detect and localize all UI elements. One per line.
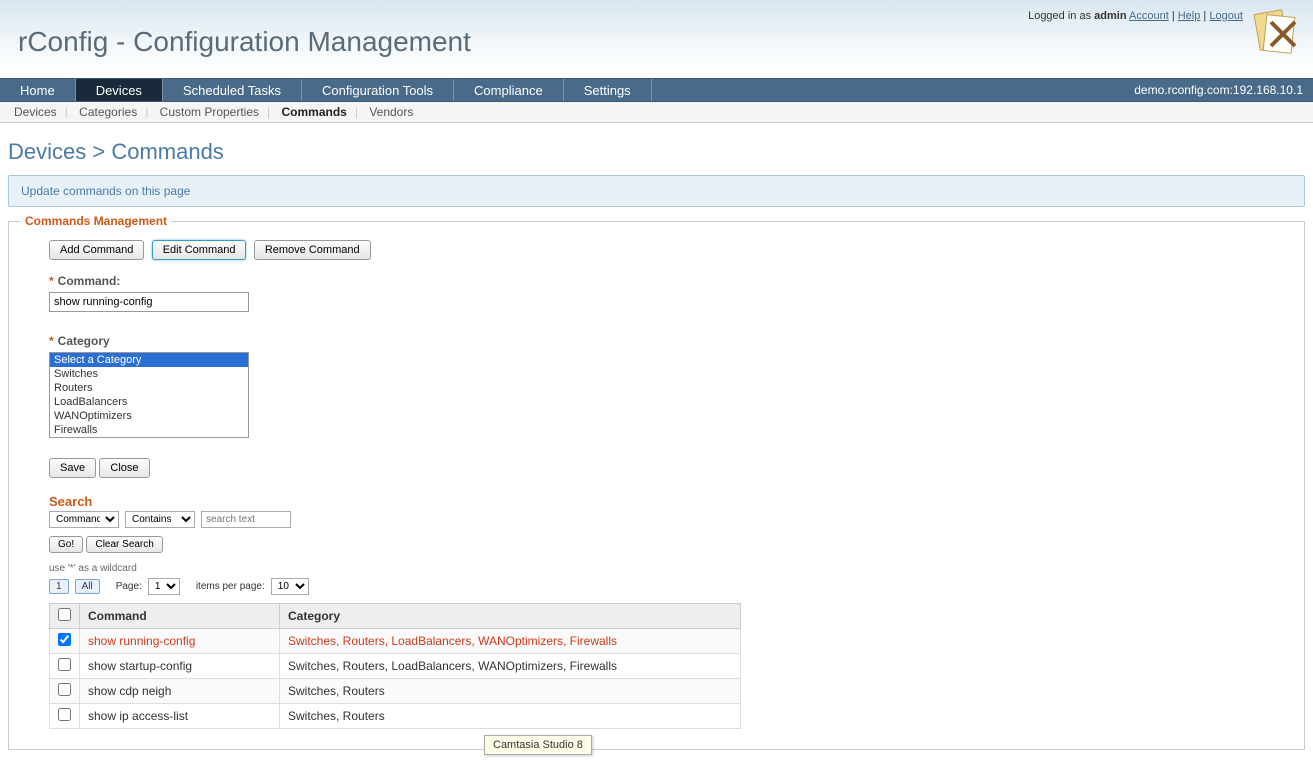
items-per-page-label: items per page: [196, 581, 265, 592]
page-all-button[interactable]: All [75, 579, 100, 594]
category-option[interactable]: Routers [50, 381, 248, 395]
command-label: *Command: [49, 274, 1284, 288]
subnav-vendors[interactable]: Vendors [363, 103, 419, 121]
account-link[interactable]: Account [1129, 10, 1169, 22]
row-checkbox[interactable] [58, 633, 71, 646]
subnav-categories[interactable]: Categories [73, 103, 143, 121]
clear-search-button[interactable]: Clear Search [86, 536, 162, 553]
command-input[interactable] [49, 292, 249, 312]
cell-category: Switches, Routers, LoadBalancers, WANOpt… [280, 629, 741, 654]
nav-config-tools[interactable]: Configuration Tools [302, 79, 454, 101]
nav-settings[interactable]: Settings [564, 79, 652, 101]
table-row[interactable]: show running-configSwitches, Routers, Lo… [50, 629, 741, 654]
nav-compliance[interactable]: Compliance [454, 79, 564, 101]
table-row[interactable]: show ip access-listSwitches, Routers [50, 704, 741, 729]
edit-command-button[interactable]: Edit Command [152, 240, 247, 260]
row-checkbox[interactable] [58, 658, 71, 671]
category-option[interactable]: Select a Category [50, 353, 248, 367]
app-logo-icon [1251, 8, 1303, 60]
search-go-button[interactable]: Go! [49, 536, 83, 553]
page-1-button[interactable]: 1 [49, 579, 69, 594]
logout-link[interactable]: Logout [1209, 10, 1243, 22]
category-listbox[interactable]: Select a Category Switches Routers LoadB… [49, 352, 249, 438]
category-option[interactable]: Firewalls [50, 423, 248, 437]
subnav-commands[interactable]: Commands [276, 103, 353, 121]
main-nav: Home Devices Scheduled Tasks Configurati… [0, 78, 1313, 102]
category-label: *Category [49, 334, 1284, 348]
select-all-checkbox[interactable] [58, 608, 71, 621]
commands-table: Command Category show running-configSwit… [49, 603, 741, 729]
search-field-select[interactable]: Command [49, 511, 119, 528]
help-link[interactable]: Help [1178, 10, 1201, 22]
category-option[interactable]: WANOptimizers [50, 409, 248, 423]
search-op-select[interactable]: Contains [125, 511, 195, 528]
col-checkbox [50, 604, 80, 629]
close-button[interactable]: Close [99, 458, 149, 478]
category-option[interactable]: Switches [50, 367, 248, 381]
sub-nav: Devices| Categories| Custom Properties| … [0, 102, 1313, 123]
search-heading: Search [49, 494, 1284, 509]
subnav-custom-properties[interactable]: Custom Properties [154, 103, 265, 121]
items-per-page-select[interactable]: 10 [271, 578, 309, 595]
search-text-input[interactable] [201, 511, 291, 528]
col-category: Category [280, 604, 741, 629]
remove-command-button[interactable]: Remove Command [254, 240, 371, 260]
category-option[interactable]: LoadBalancers [50, 395, 248, 409]
cell-command: show startup-config [80, 654, 280, 679]
row-checkbox[interactable] [58, 708, 71, 721]
logged-in-label: Logged in as [1028, 10, 1094, 22]
cell-category: Switches, Routers [280, 679, 741, 704]
cell-command: show ip access-list [80, 704, 280, 729]
nav-scheduled-tasks[interactable]: Scheduled Tasks [163, 79, 302, 101]
username: admin [1094, 10, 1126, 22]
server-info: demo.rconfig.com:192.168.10.1 [1124, 79, 1313, 101]
fieldset-legend: Commands Management [21, 214, 171, 228]
nav-devices[interactable]: Devices [76, 79, 163, 101]
user-info-bar: Logged in as admin Account | Help | Logo… [1028, 10, 1243, 22]
breadcrumb: Devices > Commands [8, 133, 1305, 175]
tooltip: Camtasia Studio 8 [484, 735, 592, 755]
cell-command: show cdp neigh [80, 679, 280, 704]
cell-command: show running-config [80, 629, 280, 654]
cell-category: Switches, Routers [280, 704, 741, 729]
page-select[interactable]: 1 [148, 578, 180, 595]
save-button[interactable]: Save [49, 458, 96, 478]
nav-home[interactable]: Home [0, 79, 76, 101]
wildcard-hint: use '*' as a wildcard [49, 563, 1284, 574]
info-banner: Update commands on this page [8, 175, 1305, 207]
commands-fieldset: Commands Management Add Command Edit Com… [8, 221, 1305, 750]
table-row[interactable]: show cdp neighSwitches, Routers [50, 679, 741, 704]
table-row[interactable]: show startup-configSwitches, Routers, Lo… [50, 654, 741, 679]
add-command-button[interactable]: Add Command [49, 240, 144, 260]
subnav-devices[interactable]: Devices [8, 103, 63, 121]
page-label: Page: [116, 581, 142, 592]
cell-category: Switches, Routers, LoadBalancers, WANOpt… [280, 654, 741, 679]
row-checkbox[interactable] [58, 683, 71, 696]
col-command: Command [80, 604, 280, 629]
